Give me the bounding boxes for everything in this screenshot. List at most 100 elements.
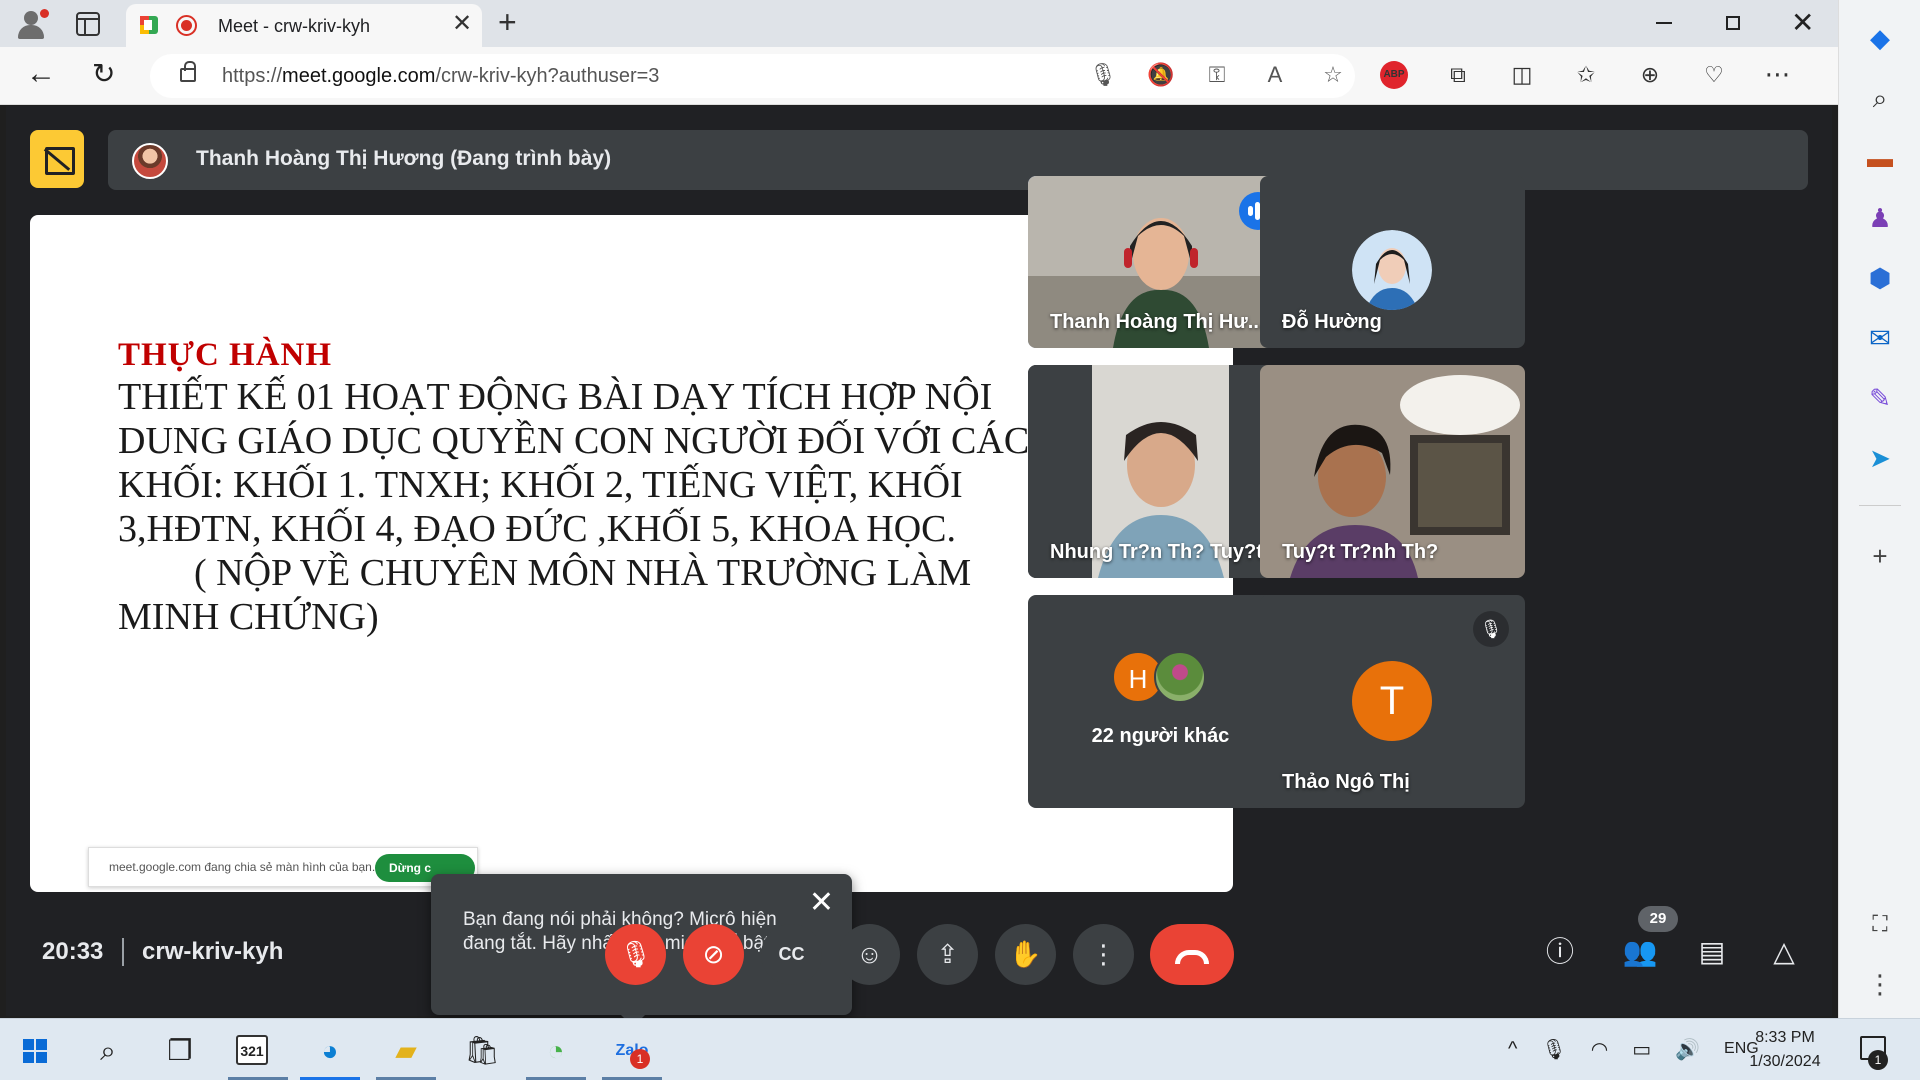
slide-line: DUNG GIÁO DỤC QUYỀN CON NGƯỜI ĐỐI VỚI CÁ… [118,420,1030,462]
browser-essentials-icon[interactable]: ♡ [1700,62,1728,88]
lock-icon[interactable] [180,61,196,82]
edge-browser-icon[interactable]: ◕ [310,1031,350,1071]
participant-tile[interactable]: Tuy?t Tr?nh Th? [1260,365,1525,578]
people-icon: 👥 [1622,936,1658,967]
microsoft-365-icon[interactable]: ⬢ [1864,262,1896,294]
show-hidden-icons-icon[interactable]: ^ [1508,1038,1517,1061]
collections-icon[interactable]: ⊕ [1636,62,1664,88]
screenshot-icon[interactable]: ⛶ [1864,908,1896,940]
meeting-time: 20:33 [42,938,104,965]
activities-icon: △ [1773,936,1795,967]
others-count-text: 22 người khác [1091,725,1230,747]
tray-microphone-icon[interactable]: 🎙 [1541,1037,1566,1062]
presenter-banner: Thanh Hoàng Thị Hương (Đang trình bày) [108,130,1808,190]
tab-actions-icon[interactable] [76,12,100,36]
more-vertical-icon: ⋮ [1090,939,1117,969]
favorite-star-icon[interactable]: ☆ [1321,62,1345,88]
others-avatar-photo [1154,651,1206,703]
participant-tile[interactable]: Thanh Hoàng Thị Hư... [1028,176,1293,348]
participant-avatar [1352,230,1432,310]
screen-share-bar: meet.google.com đang chia sẻ màn hình củ… [88,847,478,887]
leave-call-button[interactable] [1150,924,1234,985]
presentation-icon[interactable] [30,130,84,188]
adblock-plus-icon[interactable]: ABP [1380,60,1408,89]
hand-icon: ✋ [1009,939,1042,969]
window-close-icon[interactable]: ✕ [1791,6,1814,39]
participant-tile[interactable]: Đỗ Hường [1260,176,1525,348]
captions-button[interactable]: CC [761,924,822,985]
taskbar-clock[interactable]: 8:33 PM 1/30/2024 [1740,1026,1830,1074]
browser-tab-strip: Meet - crw-kriv-kyh ✕ + ✕ [0,0,1838,47]
presenter-avatar [132,143,168,179]
mic-off-icon: 🎙 [1473,611,1509,647]
microsoft-store-icon[interactable]: 🛍 [462,1031,502,1071]
camera-off-icon: ⊘ [702,939,725,969]
participant-name: Tuy?t Tr?nh Th? [1282,541,1439,563]
present-now-button[interactable]: ⇪ [917,924,978,985]
meeting-details-button[interactable]: ⓘ [1538,930,1582,974]
add-icon[interactable]: + [1864,540,1896,572]
slide-line: 3,HĐTN, KHỐI 4, ĐẠO ĐỨC ,KHỐI 5, KHOA HỌ… [118,508,957,550]
reload-icon[interactable]: ↻ [92,59,115,89]
sidebar-more-icon[interactable]: ⋮ [1864,968,1896,1000]
notifications-blocked-icon[interactable]: 🔕 [1147,62,1174,88]
clock-date: 1/30/2024 [1749,1053,1821,1070]
meet-stage: Thanh Hoàng Thị Hương (Đang trình bày) T… [6,106,1832,1027]
favorites-icon[interactable]: ✩ [1572,62,1600,88]
calendar-app-icon[interactable]: 321 [236,1035,268,1065]
wifi-icon[interactable]: ◠ [1591,1037,1608,1062]
url-text[interactable]: https://meet.google.com/crw-kriv-kyh?aut… [222,65,659,88]
slide-body: THIẾT KẾ 01 HOẠT ĐỘNG BÀI DẠY TÍCH HỢP N… [118,375,1138,639]
mic-off-icon: 🎙 [618,939,652,969]
browser-tab-meet[interactable]: Meet - crw-kriv-kyh ✕ [126,4,482,47]
file-explorer-icon[interactable]: ▰ [386,1031,426,1071]
captions-icon: CC [778,944,805,964]
coccoc-browser-icon[interactable]: ◔ [536,1031,576,1071]
key-icon[interactable]: ⚿ [1205,62,1229,88]
meeting-info-divider [122,938,124,966]
profile-icon[interactable] [14,7,49,41]
tab-title: Meet - crw-kriv-kyh [218,16,370,36]
tooltip-close-icon[interactable]: ✕ [809,888,834,918]
split-screen-icon[interactable]: ◫ [1508,62,1536,88]
chat-button[interactable]: ▤ [1690,930,1734,974]
new-tab-icon[interactable]: + [498,6,517,38]
send-icon[interactable]: ➤ [1864,442,1896,474]
chat-icon: ▤ [1698,936,1726,967]
extensions-icon[interactable]: ⧉ [1444,62,1472,88]
slide-heading: THỰC HÀNH [118,337,333,373]
read-aloud-icon[interactable]: A [1263,62,1287,88]
window-restore-icon[interactable] [1726,16,1740,30]
window-minimize-icon[interactable] [1656,22,1672,24]
reactions-button[interactable]: ☺ [839,924,900,985]
volume-icon[interactable]: 🔊 [1675,1037,1700,1062]
recording-indicator-icon [176,15,197,36]
raise-hand-button[interactable]: ✋ [995,924,1056,985]
designer-icon[interactable]: ✎ [1864,382,1896,414]
activities-button[interactable]: △ [1762,930,1806,974]
others-tile[interactable]: H 22 người khác [1028,595,1293,808]
search-icon[interactable]: ⌕ [1864,82,1896,114]
microphone-icon[interactable]: 🎙 [1089,62,1117,88]
camera-off-button[interactable]: ⊘ [683,924,744,985]
back-arrow-icon[interactable]: ← [26,59,56,89]
more-options-button[interactable]: ⋮ [1073,924,1134,985]
participant-tile[interactable]: 🎙 T Thảo Ngô Thị [1260,595,1525,808]
copilot-icon[interactable]: ◆ [1864,22,1896,54]
participant-avatar-letter: T [1352,661,1432,741]
games-icon[interactable]: ♟ [1864,202,1896,234]
battery-icon[interactable]: ▭ [1632,1037,1651,1062]
address-bar[interactable]: https://meet.google.com/crw-kriv-kyh?aut… [150,54,1355,98]
tools-icon[interactable]: ▬ [1864,142,1896,174]
taskbar-search-icon[interactable]: ⌕ [88,1031,128,1071]
more-menu-icon[interactable]: ⋯ [1764,59,1792,90]
info-icon: ⓘ [1545,936,1574,967]
slide-line: MINH CHỨNG) [118,596,379,638]
participant-tile[interactable]: Nhung Tr?n Th? Tuy?t [1028,365,1293,578]
mic-off-button[interactable]: 🎙 [605,924,666,985]
tab-close-icon[interactable]: ✕ [452,12,472,36]
outlook-icon[interactable]: ✉ [1864,322,1896,354]
people-button[interactable]: 👥 [1618,930,1662,974]
windows-start-icon[interactable] [23,1039,47,1063]
task-view-icon[interactable]: ❐ [160,1031,200,1071]
